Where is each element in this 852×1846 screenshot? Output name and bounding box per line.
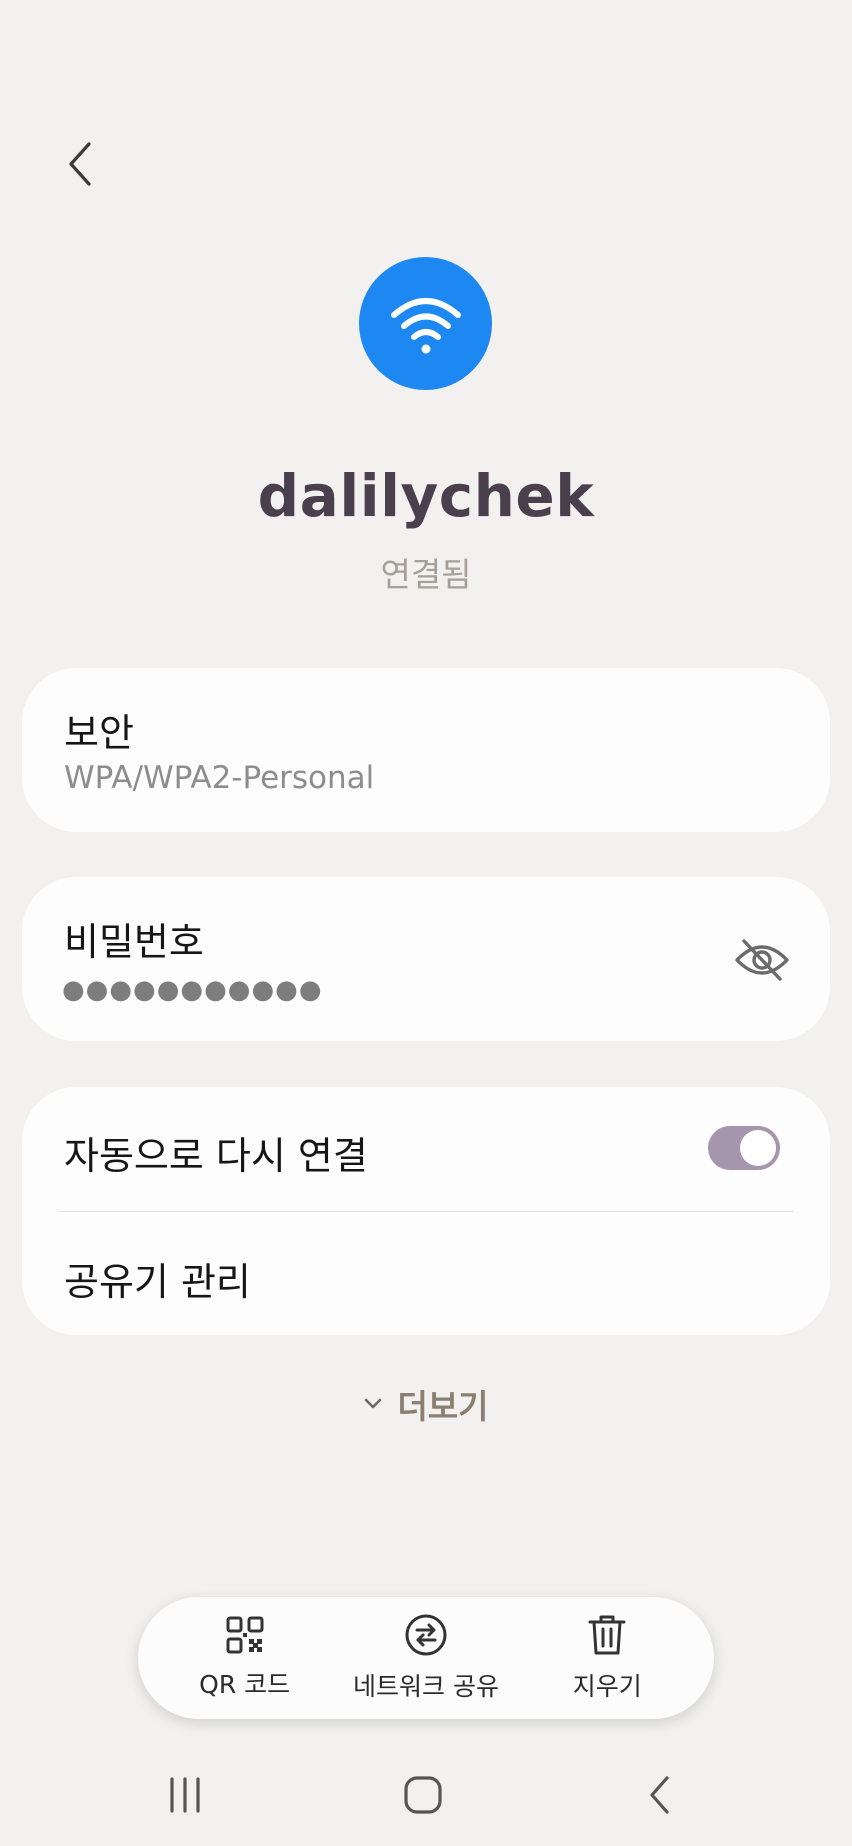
qr-code-button[interactable]: QR 코드 <box>170 1615 320 1701</box>
home-button[interactable] <box>388 1760 458 1830</box>
share-network-icon <box>405 1614 447 1656</box>
forget-network-button[interactable]: 지우기 <box>532 1613 682 1703</box>
wifi-network-details-screen: dalilychek 연결됨 보안 WPA/WPA2-Personal 비밀번호… <box>0 0 852 1846</box>
trash-icon <box>588 1615 626 1655</box>
share-network-button[interactable]: 네트워크 공유 <box>351 1613 501 1703</box>
share-network-label: 네트워크 공유 <box>353 1672 499 1701</box>
password-title: 비밀번호 <box>64 920 204 964</box>
auto-reconnect-toggle[interactable] <box>708 1126 780 1170</box>
qr-code-icon <box>226 1616 264 1654</box>
recents-button[interactable] <box>150 1760 220 1830</box>
back-button[interactable] <box>52 132 108 196</box>
eye-off-icon <box>735 939 789 981</box>
system-navigation-bar <box>0 1760 852 1830</box>
connection-settings-card: 자동으로 다시 연결 공유기 관리 <box>22 1087 830 1335</box>
more-label: 더보기 <box>397 1387 489 1426</box>
back-icon <box>650 1776 669 1814</box>
chevron-left-icon <box>69 142 91 186</box>
qr-code-label: QR 코드 <box>199 1670 291 1699</box>
security-title: 보안 <box>64 711 134 755</box>
connection-status: 연결됨 <box>380 555 472 594</box>
password-card: 비밀번호 ●●●●●●●●●●● <box>22 877 830 1041</box>
security-card: 보안 WPA/WPA2-Personal <box>22 668 830 832</box>
wifi-badge <box>359 257 492 390</box>
auto-reconnect-title[interactable]: 자동으로 다시 연결 <box>64 1125 368 1180</box>
router-manage-item[interactable]: 공유기 관리 <box>64 1251 251 1306</box>
home-icon <box>404 1776 442 1814</box>
forget-network-label: 지우기 <box>572 1672 642 1701</box>
more-button[interactable]: 더보기 <box>0 1380 852 1428</box>
password-visibility-button[interactable] <box>732 935 792 985</box>
wifi-icon <box>390 297 461 353</box>
bottom-action-bar: QR 코드 네트워크 공유 지우기 <box>138 1597 714 1719</box>
chevron-down-icon <box>365 1398 382 1409</box>
recents-icon <box>170 1777 200 1813</box>
password-masked-value: ●●●●●●●●●●● <box>62 975 323 1005</box>
security-value: WPA/WPA2-Personal <box>64 760 375 796</box>
divider <box>58 1211 794 1212</box>
network-name: dalilychek <box>257 462 595 530</box>
system-back-button[interactable] <box>625 1760 695 1830</box>
toggle-knob <box>740 1130 776 1166</box>
